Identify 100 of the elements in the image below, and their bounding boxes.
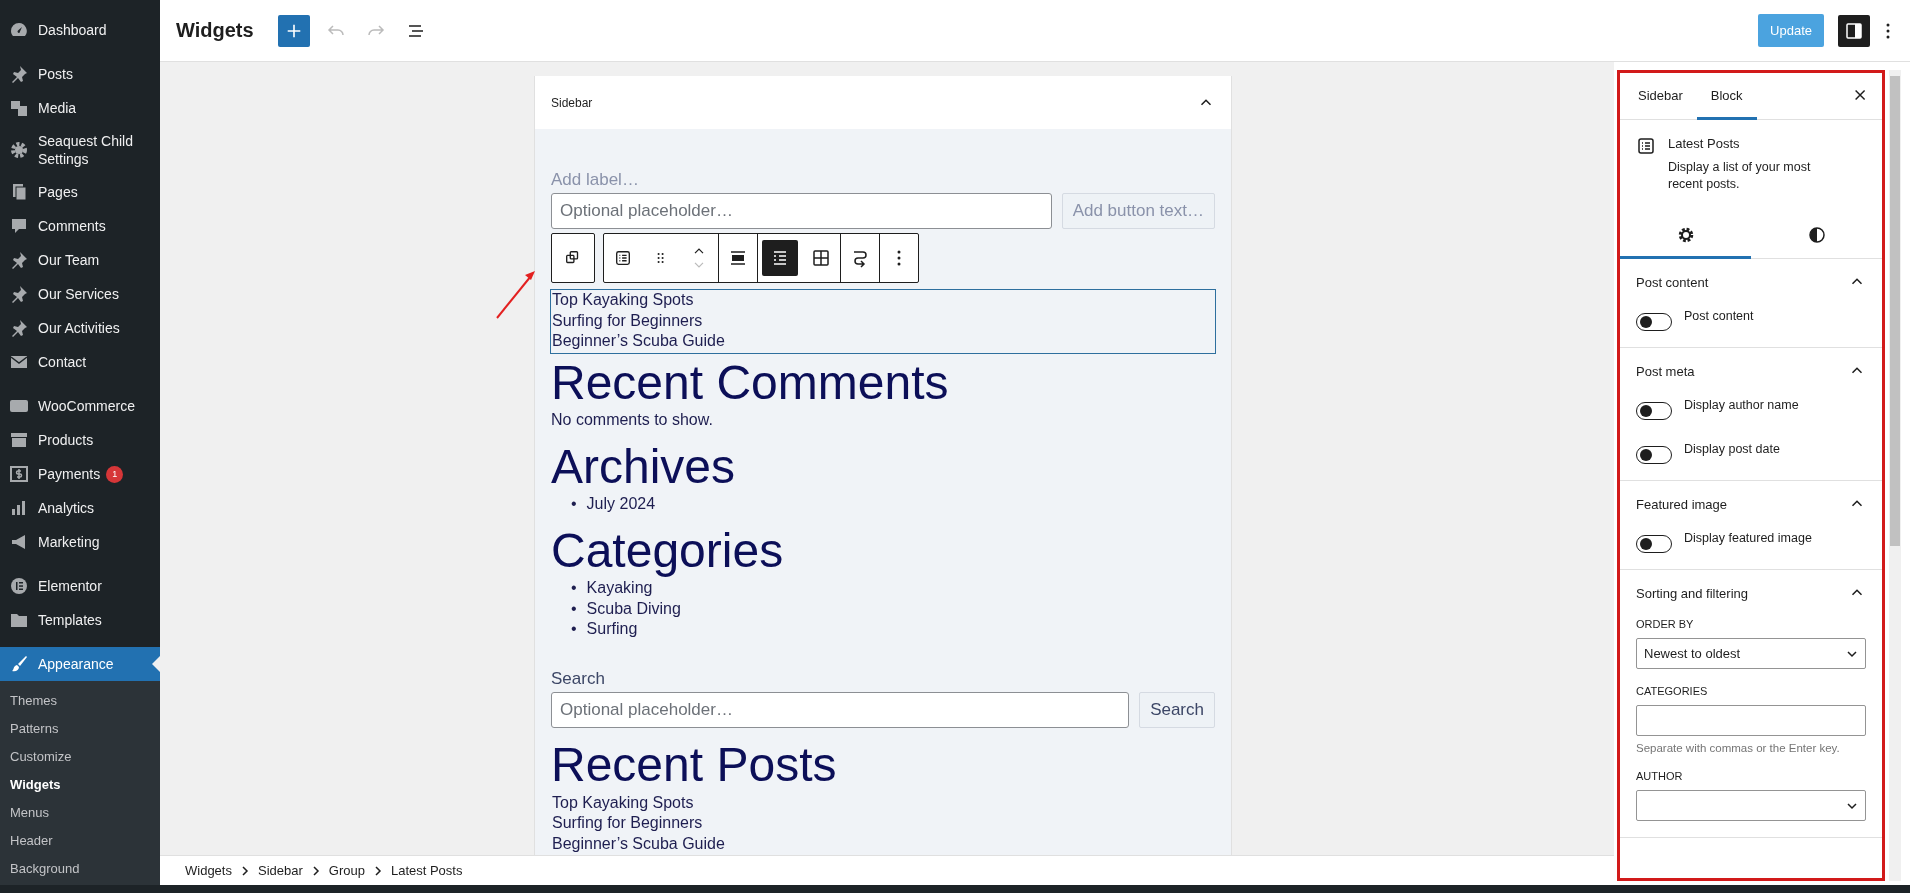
- admin-menu-item[interactable]: Analytics: [0, 491, 160, 525]
- field-label: AUTHOR: [1636, 770, 1684, 782]
- admin-menu-item[interactable]: Payments 1: [0, 457, 160, 491]
- admin-menu-item[interactable]: Elementor: [0, 569, 160, 603]
- post-link[interactable]: Surfing for Beginners: [551, 310, 1215, 331]
- breadcrumb-link[interactable]: Widgets: [185, 863, 232, 878]
- post-link[interactable]: Top Kayaking Spots: [551, 290, 1215, 311]
- search-label: Add label…: [551, 169, 640, 191]
- annotation-arrow: [495, 270, 537, 320]
- admin-menu-item[interactable]: Posts: [0, 57, 160, 91]
- settings-toggle-button[interactable]: [1838, 14, 1870, 47]
- list-item[interactable]: July 2024: [586, 493, 656, 514]
- admin-menu-item[interactable]: Our Activities: [0, 311, 160, 345]
- widget-heading: Recent Posts: [551, 737, 838, 792]
- admin-submenu-item[interactable]: Customize: [0, 743, 160, 771]
- toggle-label: Display author name: [1684, 398, 1799, 412]
- post-link[interactable]: Beginner’s Scuba Guide: [551, 833, 1215, 854]
- toggle-switch[interactable]: [1636, 446, 1672, 464]
- media-icon: [9, 98, 29, 118]
- bullet: •: [571, 493, 577, 514]
- align-icon: [728, 248, 748, 268]
- block-description: Display a list of your most recent posts.: [1668, 159, 1812, 193]
- admin-menu-item[interactable]: Media: [0, 91, 160, 125]
- widget-heading: Categories: [551, 524, 785, 578]
- admin-menu-item[interactable]: Templates: [0, 603, 160, 637]
- breadcrumb-chevron-icon: [310, 864, 321, 877]
- add-block-button[interactable]: [277, 14, 310, 47]
- search-input[interactable]: Optional placeholder…: [551, 691, 1130, 728]
- admin-menu-item[interactable]: Pages: [0, 175, 160, 209]
- admin-menu-item[interactable]: Appearance: [0, 647, 160, 681]
- admin-submenu-item[interactable]: Widgets: [0, 771, 160, 799]
- bullet: •: [571, 578, 577, 598]
- admin-submenu-item[interactable]: Patterns: [0, 715, 160, 743]
- admin-submenu-item[interactable]: Header: [0, 827, 160, 855]
- bullet: •: [571, 619, 577, 639]
- breadcrumb-link[interactable]: Sidebar: [257, 863, 303, 878]
- admin-menu-item[interactable]: WooCommerce: [0, 389, 160, 423]
- selected-latest-posts-block[interactable]: Top Kayaking Spots Surfing for Beginners Beginner’s Scuba Guide: [550, 289, 1216, 354]
- toolbar-button[interactable]: [762, 240, 798, 276]
- count-badge: 1: [106, 465, 124, 483]
- list-icon: [614, 249, 632, 267]
- search-input[interactable]: Optional placeholder…: [551, 193, 1052, 229]
- scrollbar-thumb[interactable]: [1890, 76, 1900, 546]
- section-header[interactable]: Post content: [1636, 273, 1866, 291]
- section-header[interactable]: Featured image: [1636, 495, 1866, 513]
- panel-tab[interactable]: Sidebar: [1624, 73, 1697, 120]
- section-header[interactable]: Post meta: [1636, 362, 1866, 380]
- list-item[interactable]: Scuba Diving: [586, 598, 681, 619]
- breadcrumb-link[interactable]: Group: [328, 863, 365, 878]
- breadcrumb-chevron-icon: [372, 864, 383, 877]
- admin-submenu-item[interactable]: Menus: [0, 799, 160, 827]
- admin-menu-item[interactable]: Marketing: [0, 525, 160, 559]
- admin-menu-item[interactable]: Dashboard: [0, 13, 160, 47]
- help-text: Separate with commas or the Enter key.: [1636, 742, 1841, 754]
- admin-menu-item[interactable]: Seaquest Child Settings: [0, 125, 160, 175]
- admin-menu-item[interactable]: Our Team: [0, 243, 160, 277]
- list-item[interactable]: Surfing: [586, 619, 638, 640]
- categories-input[interactable]: [1636, 705, 1866, 736]
- box-icon: [9, 430, 29, 450]
- speech-bubble-icon: [9, 216, 29, 236]
- admin-submenu-item[interactable]: Background: [0, 855, 160, 883]
- admin-menu-item[interactable]: Contact: [0, 345, 160, 379]
- toggle-label: Display post date: [1684, 442, 1780, 456]
- admin-menu-item[interactable]: Products: [0, 423, 160, 457]
- panel-tab[interactable]: Block: [1696, 73, 1757, 120]
- breadcrumb-chevron-icon: [239, 864, 250, 877]
- search-button[interactable]: Search: [1139, 691, 1215, 728]
- bullet: •: [571, 598, 577, 619]
- sidebar-layout-icon: [1844, 20, 1864, 41]
- admin-submenu-item[interactable]: Themes: [0, 687, 160, 715]
- admin-menu-item[interactable]: Comments: [0, 209, 160, 243]
- widget-area-title: Sidebar: [551, 95, 593, 110]
- latest-posts-block[interactable]: Top Kayaking Spots Surfing for Beginners Beginner’s Scuba Guide: [550, 791, 1216, 855]
- gear-icon: [9, 140, 29, 160]
- widget-text: No comments to show.: [551, 409, 714, 430]
- toggle-switch[interactable]: [1636, 313, 1672, 331]
- toggle-switch[interactable]: [1636, 402, 1672, 420]
- field-label: ORDER BY: [1636, 618, 1695, 630]
- search-label: Search: [551, 667, 606, 690]
- select-field[interactable]: [1636, 790, 1866, 821]
- dollar-icon: [9, 464, 29, 484]
- field-label: CATEGORIES: [1636, 685, 1709, 697]
- widget-heading: Archives: [551, 439, 737, 494]
- block-title: Latest Posts: [1668, 136, 1741, 151]
- list-item[interactable]: Kayaking: [586, 578, 653, 599]
- admin-menu-item[interactable]: Our Services: [0, 277, 160, 311]
- paintbrush-icon: [9, 654, 29, 674]
- section-header[interactable]: Sorting and filtering: [1636, 584, 1866, 602]
- toggle-label: Display featured image: [1684, 531, 1812, 545]
- breadcrumb-link[interactable]: Latest Posts: [390, 863, 463, 878]
- post-link[interactable]: Surfing for Beginners: [551, 813, 1215, 834]
- more-vertical-icon: [1886, 22, 1890, 39]
- select-field[interactable]: Newest to oldest: [1636, 638, 1866, 669]
- post-link[interactable]: Top Kayaking Spots: [551, 792, 1215, 813]
- post-link[interactable]: Beginner’s Scuba Guide: [551, 331, 1215, 352]
- more-vertical-icon: [897, 250, 901, 266]
- widget-heading: Recent Comments: [551, 355, 950, 410]
- latest-posts-icon: [1636, 136, 1656, 156]
- half-circle-icon: [1806, 224, 1827, 245]
- toggle-switch[interactable]: [1636, 535, 1672, 553]
